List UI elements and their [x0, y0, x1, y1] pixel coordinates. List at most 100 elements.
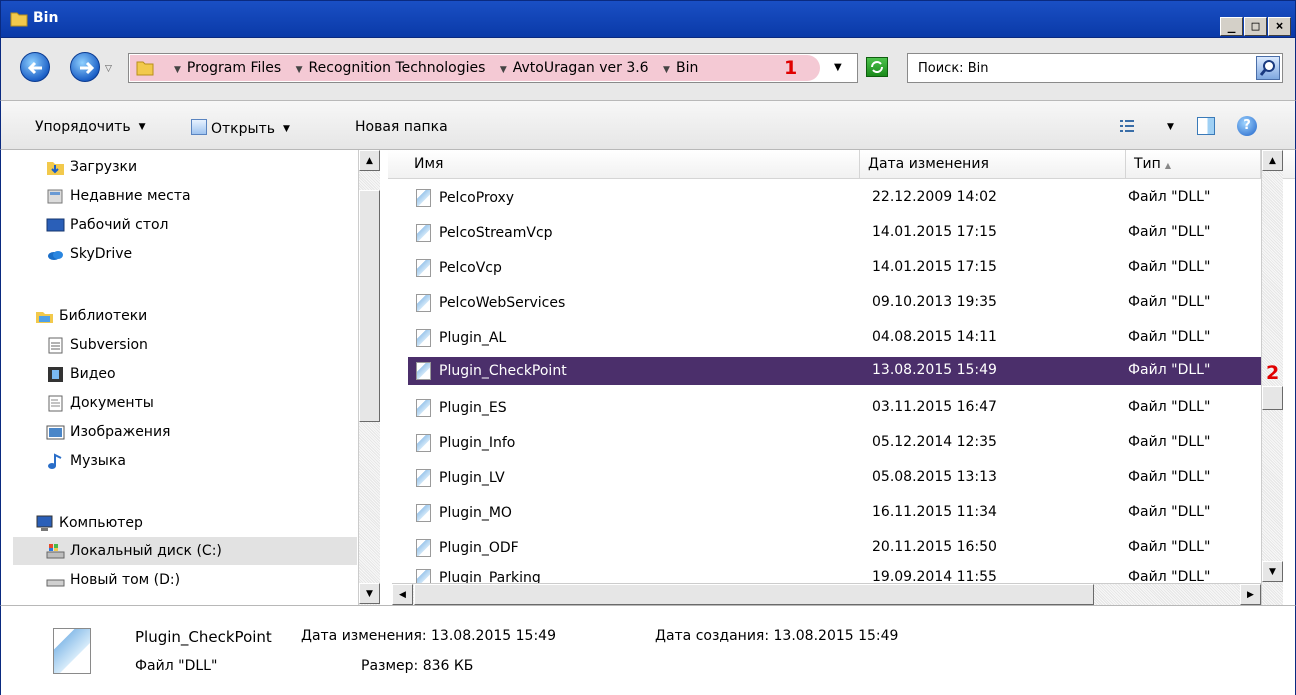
table-row-selected[interactable]: Plugin_CheckPoint 13.08.2015 15:49 Файл …	[408, 357, 1268, 385]
file-name: Plugin_CheckPoint	[439, 363, 567, 379]
table-row[interactable]: Plugin_ES 03.11.2015 16:47 Файл "DLL"	[408, 394, 1268, 422]
table-row[interactable]: Plugin_LV 05.08.2015 13:13 Файл "DLL"	[408, 464, 1268, 492]
horizontal-scroll-thumb[interactable]	[414, 584, 1094, 605]
table-row[interactable]: PelcoProxy 22.12.2009 14:02 Файл "DLL"	[408, 184, 1268, 212]
column-header-type-label: Тип	[1134, 156, 1161, 172]
file-name: Plugin_LV	[439, 470, 505, 486]
details-created: Дата создания: 13.08.2015 15:49	[655, 628, 899, 644]
scroll-down-button[interactable]: ▼	[1262, 561, 1283, 582]
nav-item-label: Локальный диск (C:)	[70, 543, 222, 559]
scroll-up-button[interactable]: ▲	[359, 150, 380, 171]
chevron-down-icon[interactable]: ▼	[174, 65, 181, 75]
maximize-button[interactable]: □	[1244, 17, 1267, 36]
table-row[interactable]: Plugin_ODF 20.11.2015 16:50 Файл "DLL"	[408, 534, 1268, 562]
nav-item-subversion[interactable]: Subversion	[46, 333, 148, 357]
table-row[interactable]: PelcoWebServices 09.10.2013 19:35 Файл "…	[408, 289, 1268, 317]
chevron-down-icon[interactable]: ▼	[500, 65, 507, 75]
minimize-button[interactable]: _	[1220, 17, 1243, 36]
table-row[interactable]: Plugin_Info 05.12.2014 12:35 Файл "DLL"	[408, 429, 1268, 457]
dll-file-icon	[416, 329, 431, 347]
table-row[interactable]: PelcoVcp 14.01.2015 17:15 Файл "DLL"	[408, 254, 1268, 282]
downloads-folder-icon	[47, 161, 64, 175]
recent-pages-dropdown[interactable]: ▽	[105, 64, 112, 74]
file-list-horizontal-scrollbar[interactable]: ◀ ▶	[392, 583, 1261, 605]
drive-icon	[46, 579, 65, 586]
nav-item-label: Изображения	[70, 424, 171, 440]
dll-file-large-icon	[53, 628, 91, 674]
vertical-scroll-thumb[interactable]	[1262, 386, 1283, 410]
folder-icon	[136, 61, 154, 76]
file-name: PelcoWebServices	[439, 295, 566, 311]
scroll-up-button[interactable]: ▲	[1262, 150, 1283, 171]
organize-button[interactable]: Упорядочить ▼	[35, 119, 146, 135]
dll-file-icon	[416, 294, 431, 312]
dll-file-icon	[416, 259, 431, 277]
search-button[interactable]	[1256, 56, 1280, 80]
details-modified: Дата изменения: 13.08.2015 15:49	[301, 628, 556, 644]
search-input[interactable]: Поиск: Bin	[918, 61, 988, 76]
chevron-down-icon[interactable]: ▼	[663, 65, 670, 75]
nav-item-downloads[interactable]: Загрузки	[46, 155, 137, 179]
breadcrumb-bin[interactable]: Bin	[676, 60, 698, 76]
nav-item-label: SkyDrive	[70, 246, 133, 262]
nav-item-skydrive[interactable]: SkyDrive	[46, 242, 132, 266]
dll-file-icon	[416, 504, 431, 522]
nav-item-pictures[interactable]: Изображения	[46, 420, 170, 444]
pictures-icon	[46, 425, 65, 439]
forward-button[interactable]	[70, 52, 100, 82]
column-header-date[interactable]: Дата изменения	[860, 150, 1126, 179]
file-type: Файл "DLL"	[1128, 362, 1211, 378]
file-date: 09.10.2013 19:35	[872, 294, 997, 310]
details-file-type: Файл "DLL"	[135, 658, 218, 674]
breadcrumb-program-files[interactable]: Program Files	[187, 60, 281, 76]
nav-item-label: Видео	[70, 366, 116, 382]
nav-scrollbar[interactable]: ▲ ▼	[358, 150, 380, 605]
nav-item-local-disk-c[interactable]: Локальный диск (C:)	[46, 539, 222, 563]
video-icon	[48, 366, 63, 382]
file-name: Plugin_AL	[439, 330, 507, 346]
scroll-down-button[interactable]: ▼	[359, 583, 380, 604]
table-row[interactable]: PelcoStreamVcp 14.01.2015 17:15 Файл "DL…	[408, 219, 1268, 247]
title-bar[interactable]: Bin _ □ ×	[0, 0, 1296, 38]
nav-item-documents[interactable]: Документы	[46, 391, 154, 415]
new-folder-button[interactable]: Новая папка	[355, 119, 448, 135]
file-name: Plugin_Info	[439, 435, 516, 451]
file-date: 05.08.2015 13:13	[872, 469, 997, 485]
file-name: Plugin_ES	[439, 400, 507, 416]
nav-item-new-volume-d[interactable]: Новый том (D:)	[46, 568, 180, 592]
file-date: 14.01.2015 17:15	[872, 224, 997, 240]
nav-item-label: Новый том (D:)	[70, 572, 181, 588]
nav-item-video[interactable]: Видео	[46, 362, 116, 386]
address-bar[interactable]: ▼ Program Files ▼ Recognition Technologies…	[128, 53, 858, 83]
table-row[interactable]: Plugin_AL 04.08.2015 14:11 Файл "DLL"	[408, 324, 1268, 352]
column-header-type[interactable]: Тип ▲	[1126, 150, 1261, 179]
nav-item-music[interactable]: Музыка	[46, 449, 126, 473]
address-history-dropdown[interactable]: ▼	[834, 62, 842, 73]
library-doc-icon	[48, 337, 63, 353]
nav-item-libraries[interactable]: Библиотеки	[35, 304, 147, 328]
recent-places-icon	[47, 189, 63, 203]
chevron-down-icon[interactable]: ▼	[296, 65, 303, 75]
nav-item-computer[interactable]: Компьютер	[35, 511, 143, 535]
breadcrumb-avtouragan[interactable]: AvtoUragan ver 3.6	[513, 60, 649, 76]
refresh-button[interactable]	[866, 57, 888, 77]
nav-scroll-thumb[interactable]	[359, 190, 380, 422]
column-header-name[interactable]: Имя	[406, 150, 860, 179]
details-size: Размер: 836 КБ	[361, 658, 474, 674]
help-button[interactable]: ?	[1237, 116, 1257, 136]
breadcrumb-recognition-technologies[interactable]: Recognition Technologies	[309, 60, 486, 76]
table-row[interactable]: Plugin_MO 16.11.2015 11:34 Файл "DLL"	[408, 499, 1268, 527]
back-button[interactable]	[20, 52, 50, 82]
nav-item-desktop[interactable]: Рабочий стол	[46, 213, 169, 237]
scroll-right-button[interactable]: ▶	[1240, 584, 1261, 605]
view-options-dropdown[interactable]: ▼	[1167, 122, 1174, 132]
scroll-left-button[interactable]: ◀	[392, 584, 413, 605]
preview-pane-button[interactable]	[1197, 117, 1215, 135]
change-view-icon[interactable]	[1119, 118, 1135, 134]
search-field[interactable]: Поиск: Bin	[907, 53, 1283, 83]
folder-icon	[10, 12, 28, 27]
nav-item-recent-places[interactable]: Недавние места	[46, 184, 191, 208]
close-button[interactable]: ×	[1268, 17, 1291, 36]
open-button[interactable]: Открыть ▼	[191, 119, 290, 137]
command-bar: Упорядочить ▼ Открыть ▼ Новая папка ▼ ?	[0, 100, 1296, 150]
